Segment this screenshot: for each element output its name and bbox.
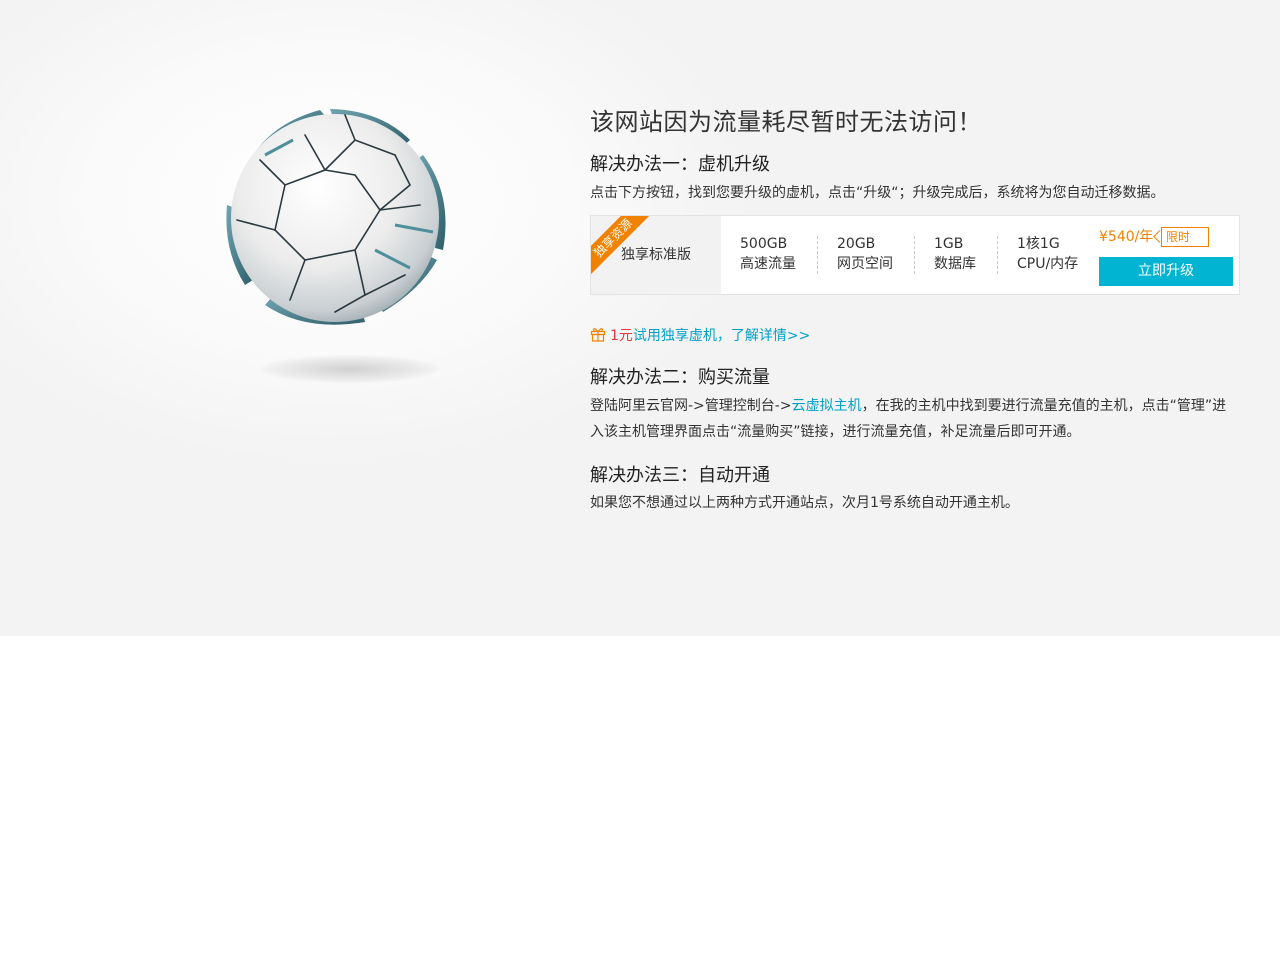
price-area: ¥540/年 限时 立即升级 xyxy=(1099,226,1233,286)
solution3-title: 解决办法三：自动开通 xyxy=(590,465,770,486)
plan-name: 独享标准版 xyxy=(621,247,691,263)
plan-card: 独享资源 独享标准版 500GB 高速流量 20GB 网页空间 1GB 数据库 … xyxy=(590,215,1240,295)
spec-label: 网页空间 xyxy=(837,256,893,272)
spec-traffic: 500GB 高速流量 xyxy=(740,234,796,274)
solution2-desc-before: 登陆阿里云官网->管理控制台-> xyxy=(590,398,792,414)
virtual-host-link[interactable]: 云虚拟主机 xyxy=(792,398,862,414)
trial-link[interactable]: 试用独享虚机，了解详情>> xyxy=(633,328,810,344)
top-banner-area: 该网站因为流量耗尽暂时无法访问！ 解决办法一：虚机升级 点击下方按钮，找到您要升… xyxy=(0,0,1280,636)
cracked-globe-icon xyxy=(205,100,465,390)
spec-label: 数据库 xyxy=(934,256,976,272)
spec-value: 20GB xyxy=(837,236,876,252)
plan-name-cell: 独享资源 独享标准版 xyxy=(591,216,721,294)
solution1-desc: 点击下方按钮，找到您要升级的虚机，点击“升级“；升级完成后，系统将为您自动迁移数… xyxy=(590,185,1165,201)
spec-divider xyxy=(997,236,998,274)
spec-space: 20GB 网页空间 xyxy=(837,234,893,274)
solution1-title: 解决办法一：虚机升级 xyxy=(590,154,770,175)
spec-database: 1GB 数据库 xyxy=(934,234,976,274)
spec-cpu-memory: 1核1G CPU/内存 xyxy=(1017,234,1078,274)
spec-value: 500GB xyxy=(740,236,788,252)
gift-icon xyxy=(590,326,606,348)
spec-label: CPU/内存 xyxy=(1017,256,1079,272)
solution3-desc: 如果您不想通过以上两种方式开通站点，次月1号系统自动开通主机。 xyxy=(590,495,1019,511)
upgrade-button[interactable]: 立即升级 xyxy=(1099,257,1233,286)
content-area: 该网站因为流量耗尽暂时无法访问！ 解决办法一：虚机升级 点击下方按钮，找到您要升… xyxy=(590,104,1240,511)
solution2-desc: 登陆阿里云官网->管理控制台->云虚拟主机，在我的主机中找到要进行流量充值的主机… xyxy=(590,393,1240,445)
spec-value: 1GB xyxy=(934,236,964,252)
spec-divider xyxy=(914,236,915,274)
spec-value: 1核1G xyxy=(1017,236,1060,252)
trial-promo[interactable]: 1元试用独享虚机，了解详情>> xyxy=(590,326,810,348)
limited-tag: 限时 xyxy=(1161,227,1209,247)
spec-label: 高速流量 xyxy=(740,256,796,272)
solution2-title: 解决办法二：购买流量 xyxy=(590,367,770,388)
spec-divider xyxy=(817,236,818,274)
page-title: 该网站因为流量耗尽暂时无法访问！ xyxy=(590,108,982,136)
trial-price: 1元 xyxy=(610,328,633,344)
